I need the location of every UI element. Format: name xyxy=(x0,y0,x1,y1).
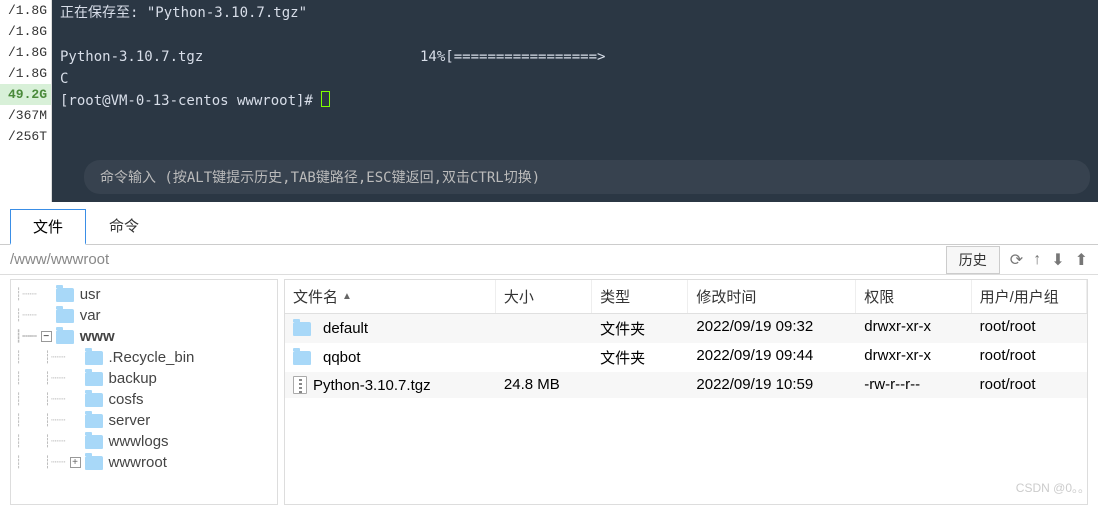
tree-item[interactable]: ┊ ┊┈┈+wwwroot xyxy=(11,452,277,473)
tree-item[interactable]: ┊ ┊┈┈wwwlogs xyxy=(11,431,277,452)
disk-row: /367M xyxy=(0,105,51,126)
file-owner: root/root xyxy=(972,372,1087,398)
file-perm: drwxr-xr-x xyxy=(856,343,971,372)
file-perm: drwxr-xr-x xyxy=(856,314,971,343)
disk-row: /1.8G xyxy=(0,42,51,63)
file-header[interactable]: 文件名 ▲ 大小 类型 修改时间 权限 用户/用户组 xyxy=(285,280,1087,314)
file-owner: root/root xyxy=(972,343,1087,372)
expand-icon[interactable]: + xyxy=(70,457,81,468)
folder-icon xyxy=(56,330,74,344)
disk-row: /1.8G xyxy=(0,63,51,84)
file-mtime: 2022/09/19 10:59 xyxy=(688,372,856,398)
watermark: CSDN @0。。 xyxy=(1016,479,1090,496)
tree-item[interactable]: ┊┈┈var xyxy=(11,305,277,326)
tree-label: www xyxy=(80,328,115,345)
tree-label: var xyxy=(80,307,101,324)
tree-item[interactable]: ┊┈┈usr xyxy=(11,284,277,305)
sort-asc-icon[interactable]: ▲ xyxy=(342,291,352,302)
collapse-icon[interactable]: − xyxy=(41,331,52,342)
tree-label: wwwlogs xyxy=(109,433,169,450)
disk-row: /256T xyxy=(0,126,51,147)
tree-label: cosfs xyxy=(109,391,144,408)
history-button[interactable]: 历史 xyxy=(946,246,1000,274)
file-list[interactable]: 文件名 ▲ 大小 类型 修改时间 权限 用户/用户组 default文件夹202… xyxy=(284,279,1088,505)
tree-item[interactable]: ┊ ┊┈┈backup xyxy=(11,368,277,389)
folder-icon xyxy=(85,372,103,386)
command-input[interactable]: 命令输入 (按ALT键提示历史,TAB键路径,ESC键返回,双击CTRL切换) xyxy=(84,160,1090,194)
file-name: Python-3.10.7.tgz xyxy=(313,377,431,394)
file-size xyxy=(496,343,592,372)
file-mtime: 2022/09/19 09:44 xyxy=(688,343,856,372)
refresh-icon[interactable]: ⟳ xyxy=(1010,250,1023,270)
tree-label: wwwroot xyxy=(109,454,167,471)
tree-item[interactable]: ┊┈┈−www xyxy=(11,326,277,347)
upload-icon[interactable]: ⬆ xyxy=(1075,250,1088,270)
file-name: default xyxy=(323,320,368,337)
file-size xyxy=(496,314,592,343)
tree-item[interactable]: ┊ ┊┈┈cosfs xyxy=(11,389,277,410)
up-icon[interactable]: ↑ xyxy=(1033,251,1041,269)
terminal-output: 正在保存至: "Python-3.10.7.tgz" Python-3.10.7… xyxy=(52,2,1098,154)
tree-label: server xyxy=(109,412,151,429)
disk-row: /1.8G xyxy=(0,0,51,21)
tab-command[interactable]: 命令 xyxy=(86,208,162,244)
folder-icon xyxy=(293,351,311,365)
tree-label: backup xyxy=(109,370,157,387)
cursor-icon xyxy=(321,91,330,107)
tree-item[interactable]: ┊ ┊┈┈.Recycle_bin xyxy=(11,347,277,368)
download-icon[interactable]: ⬇ xyxy=(1051,250,1064,270)
tree-item[interactable]: ┊ ┊┈┈server xyxy=(11,410,277,431)
file-owner: root/root xyxy=(972,314,1087,343)
file-row[interactable]: default 文件夹2022/09/19 09:32drwxr-xr-xroot… xyxy=(285,314,1087,343)
folder-icon xyxy=(85,393,103,407)
disk-row: 49.2G xyxy=(0,84,51,105)
file-size: 24.8 MB xyxy=(496,372,592,398)
folder-icon xyxy=(85,435,103,449)
file-row[interactable]: Python-3.10.7.tgz 24.8 MB 2022/09/19 10:59… xyxy=(285,372,1087,398)
file-name: qqbot xyxy=(323,349,361,366)
file-type xyxy=(592,372,688,398)
folder-icon xyxy=(85,456,103,470)
folder-icon xyxy=(56,309,74,323)
panel-tabs: 文件 命令 xyxy=(0,208,1098,245)
terminal[interactable]: 正在保存至: "Python-3.10.7.tgz" Python-3.10.7… xyxy=(52,0,1098,202)
file-type: 文件夹 xyxy=(592,314,688,343)
folder-icon xyxy=(56,288,74,302)
file-mtime: 2022/09/19 09:32 xyxy=(688,314,856,343)
folder-icon xyxy=(85,351,103,365)
folder-icon xyxy=(293,322,311,336)
tab-files[interactable]: 文件 xyxy=(10,209,86,245)
folder-icon xyxy=(85,414,103,428)
archive-icon xyxy=(293,376,307,394)
tree-label: .Recycle_bin xyxy=(109,349,195,366)
file-type: 文件夹 xyxy=(592,343,688,372)
folder-tree[interactable]: ┊┈┈usr┊┈┈var┊┈┈−www┊ ┊┈┈.Recycle_bin┊ ┊┈… xyxy=(10,279,278,505)
disk-usage-sidebar: /1.8G/1.8G/1.8G/1.8G49.2G/367M/256T xyxy=(0,0,52,202)
disk-row: /1.8G xyxy=(0,21,51,42)
tree-label: usr xyxy=(80,286,101,303)
file-row[interactable]: qqbot 文件夹2022/09/19 09:44drwxr-xr-xroot/r… xyxy=(285,343,1087,372)
file-perm: -rw-r--r-- xyxy=(856,372,971,398)
path-input[interactable] xyxy=(0,245,936,274)
